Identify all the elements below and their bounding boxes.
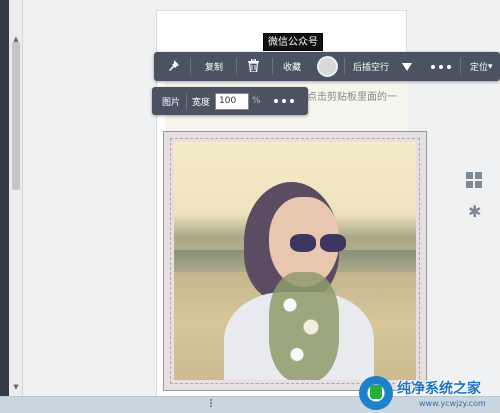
chevron-down-icon: ▾ [488, 61, 493, 72]
photo-sunglasses-left [290, 234, 316, 252]
site-watermark: 纯净系统之家 www.ycwjzy.com [357, 372, 500, 413]
left-dark-sidebar [0, 0, 9, 413]
copy-button[interactable]: 复制 [205, 52, 223, 81]
image-label: 图片 [162, 97, 181, 108]
color-picker-button[interactable] [317, 52, 338, 81]
insert-blank-line-after-button[interactable]: 后插空行 [353, 52, 389, 81]
watermark-title: 纯净系统之家 [397, 381, 481, 397]
width-label: 宽度 [192, 97, 211, 108]
image-more-options-button[interactable] [274, 87, 294, 115]
delete-button[interactable] [248, 52, 259, 81]
gear-icon[interactable]: ✱ [468, 204, 481, 220]
more-options-button[interactable] [431, 52, 451, 81]
photo-flowers [269, 272, 339, 380]
article-text-line: 点击剪贴板里面的一 [307, 92, 397, 103]
favorite-button[interactable]: 收藏 [283, 52, 301, 81]
pin-button[interactable] [168, 52, 179, 81]
more-dots-icon [274, 99, 294, 103]
article-photo[interactable] [174, 142, 416, 380]
toolbar-divider [344, 58, 345, 75]
block-toolbar: 复制 收藏 后插空行 定位 ▾ [154, 52, 500, 81]
more-dots-icon [431, 64, 451, 69]
watermark-url: www.ycwjzy.com [419, 399, 486, 408]
image-dashed-border [170, 138, 420, 384]
toolbar-divider [460, 58, 461, 75]
toolbar-divider [186, 93, 187, 110]
width-unit: % [252, 96, 261, 106]
caret-down-icon [402, 62, 412, 71]
trash-icon [248, 58, 259, 75]
resize-grip-icon[interactable] [208, 399, 214, 411]
photo-sunglasses-right [320, 234, 346, 252]
position-dropdown[interactable]: 定位 ▾ [470, 52, 493, 81]
insert-options-dropdown[interactable] [402, 52, 412, 81]
scrollbar-thumb[interactable] [12, 42, 20, 190]
image-toolbar: 图片 宽度 100 % [152, 87, 308, 115]
position-label: 定位 [470, 63, 489, 73]
pin-icon [168, 59, 179, 74]
width-input-wrap: 100 [215, 87, 249, 115]
toolbar-divider [272, 58, 273, 75]
width-input[interactable]: 100 [215, 92, 249, 110]
grid-icon[interactable] [466, 172, 482, 188]
selected-image-frame[interactable] [163, 131, 427, 391]
toolbar-divider [236, 58, 237, 75]
toolbar-divider [190, 58, 191, 75]
watermark-logo-icon [359, 376, 393, 410]
article-title-tag: 微信公众号 [263, 33, 323, 51]
scroll-down-arrow[interactable]: ▼ [12, 383, 20, 391]
color-circle-icon [317, 56, 338, 77]
